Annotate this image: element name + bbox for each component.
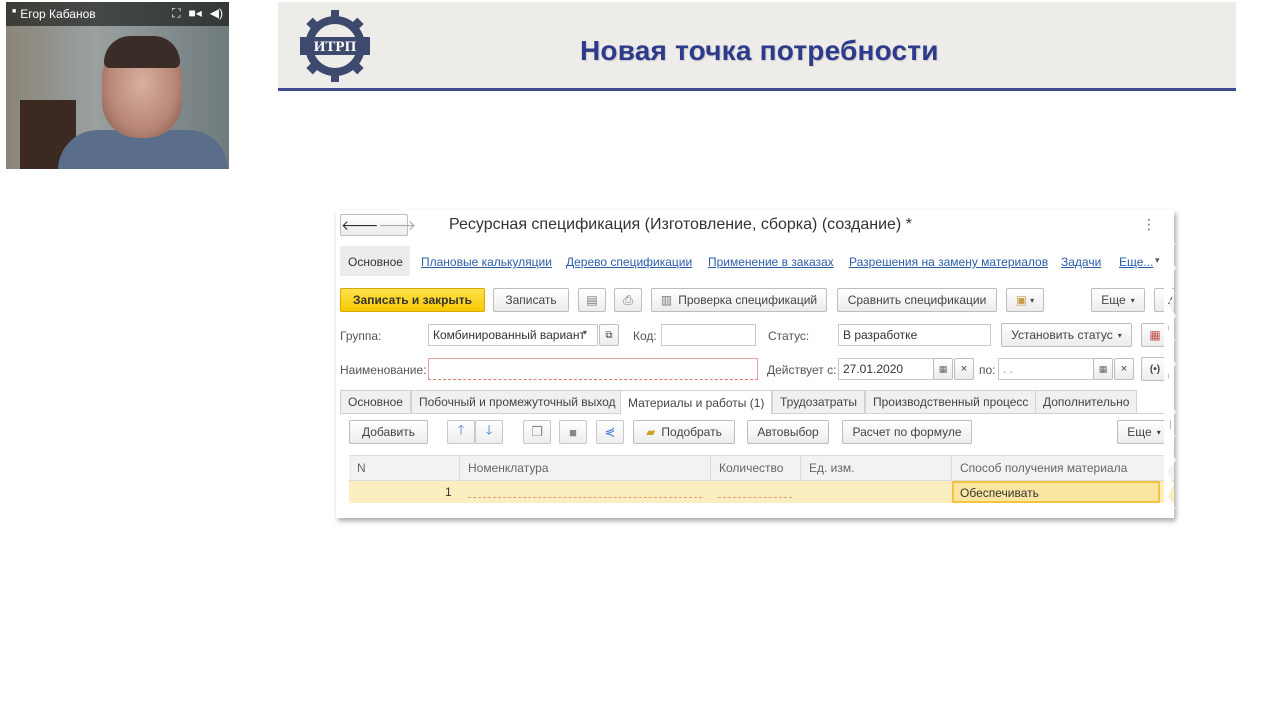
group-field[interactable]: Комбинированный вариант: [428, 324, 598, 346]
col-method[interactable]: Способ получения материала: [951, 455, 1174, 481]
share-icon[interactable]: ⋞: [596, 420, 624, 444]
clear-icon[interactable]: ×: [954, 358, 974, 380]
set-status-button[interactable]: Установить статус ▾: [1001, 323, 1132, 347]
row-number: 1: [445, 485, 452, 499]
auto-pick-button[interactable]: Автовыбор: [747, 420, 829, 444]
tab-materials[interactable]: Материалы и работы (1): [620, 390, 773, 414]
resource-spec-form: 🡐 🡒 Ресурсная спецификация (Изготовление…: [336, 210, 1174, 518]
tab-production-process[interactable]: Производственный процесс: [865, 390, 1037, 413]
document-icon: ▣: [1015, 293, 1028, 307]
torn-edge-right: [1164, 210, 1176, 518]
code-label: Код:: [633, 329, 657, 343]
tab-main[interactable]: Основное: [340, 390, 411, 413]
slide-title: Новая точка потребности: [580, 35, 939, 66]
pin-icon: ■: [12, 7, 17, 15]
chevron-down-icon: ▾: [1117, 330, 1122, 340]
group-label: Группа:: [340, 329, 382, 343]
name-label: Наименование:: [340, 363, 427, 377]
torn-edge-bottom: [336, 508, 1174, 518]
more-button[interactable]: Еще ▾: [1091, 288, 1145, 312]
attach-dropdown-button[interactable]: ▣ ▾: [1006, 288, 1044, 312]
status-field: В разработке: [838, 324, 991, 346]
history-nav: 🡐 🡒: [340, 214, 416, 236]
status-label: Статус:: [768, 329, 810, 343]
chevron-down-icon: ▾: [1030, 295, 1035, 305]
row-nomenclature-cell[interactable]: [468, 497, 702, 498]
camera-icon[interactable]: ■◂: [188, 6, 201, 21]
webcam-controls: ⛶ ■◂ ◀): [172, 6, 223, 21]
copy-icon[interactable]: ❐: [523, 420, 551, 444]
clear-icon[interactable]: ×: [1114, 358, 1134, 380]
valid-to-field[interactable]: . .: [998, 358, 1094, 380]
group-value: Комбинированный вариант: [433, 328, 585, 342]
folder-icon: ▰: [646, 425, 656, 439]
section-main[interactable]: Основное: [348, 255, 403, 269]
save-button[interactable]: Записать: [493, 288, 569, 312]
speaker-icon[interactable]: ◀): [210, 6, 223, 21]
webcam-person-hair: [104, 36, 180, 68]
valid-from-field[interactable]: 27.01.2020: [838, 358, 934, 380]
open-icon[interactable]: ⧉: [599, 324, 619, 346]
tab-byproduct[interactable]: Побочный и промежуточный выход: [411, 390, 624, 413]
row-method-cell[interactable]: Обеспечивать: [952, 481, 1160, 503]
slide-header-divider: [278, 88, 1236, 91]
compare-spec-button[interactable]: Сравнить спецификации: [837, 288, 997, 312]
set-status-label: Установить статус: [1011, 328, 1113, 342]
table-more-button[interactable]: Еще ▾: [1117, 420, 1171, 444]
valid-from-label: Действует с:: [767, 363, 837, 377]
calendar-icon[interactable]: ▦: [1093, 358, 1113, 380]
arrow-up-icon[interactable]: 🡑: [447, 420, 475, 444]
col-n[interactable]: N: [349, 455, 459, 481]
participant-name: Егор Кабанов: [20, 7, 96, 21]
form-title: Ресурсная спецификация (Изготовление, сб…: [449, 216, 912, 233]
more-label: Еще: [1101, 293, 1126, 307]
chevron-down-icon: ▾: [1155, 255, 1160, 265]
arrow-left-icon[interactable]: 🡐: [341, 217, 379, 234]
check-spec-button[interactable]: ▥ Проверка спецификаций: [651, 288, 827, 312]
calc-formula-button[interactable]: Расчет по формуле: [842, 420, 972, 444]
print-icon[interactable]: ⎙: [614, 288, 642, 312]
code-field[interactable]: [661, 324, 756, 346]
chevron-down-icon[interactable]: ▾: [583, 328, 587, 337]
pick-label: Подобрать: [661, 425, 722, 439]
link-tasks[interactable]: Задачи: [1061, 255, 1101, 269]
link-spec-tree[interactable]: Дерево спецификации: [566, 255, 692, 269]
tab-labor[interactable]: Трудозатраты: [772, 390, 865, 413]
pick-button[interactable]: ▰ Подобрать: [633, 420, 735, 444]
fullscreen-icon[interactable]: ⛶: [172, 6, 180, 21]
logo-text: ИТРП: [314, 39, 357, 55]
col-unit[interactable]: Ед. изм.: [800, 455, 951, 481]
arrow-down-icon[interactable]: 🡓: [475, 420, 503, 444]
col-nomenclature[interactable]: Номенклатура: [459, 455, 710, 481]
link-planned-calculations[interactable]: Плановые калькуляции: [421, 255, 552, 269]
chevron-down-icon: ▾: [1130, 295, 1135, 305]
arrow-right-icon[interactable]: 🡒: [379, 217, 417, 234]
itrp-logo: ИТРП: [300, 10, 370, 82]
save-close-button[interactable]: Записать и закрыть: [340, 288, 485, 312]
name-field[interactable]: [428, 358, 758, 380]
chevron-down-icon: ▾: [1156, 427, 1161, 437]
table-more-label: Еще: [1127, 425, 1152, 439]
paste-icon[interactable]: ■: [559, 420, 587, 444]
link-usage-in-orders[interactable]: Применение в заказах: [708, 255, 834, 269]
col-quantity[interactable]: Количество: [710, 455, 798, 481]
row-quantity-cell[interactable]: [718, 497, 792, 498]
check-spec-label: Проверка спецификаций: [678, 293, 818, 307]
table-icon: ▥: [660, 293, 673, 307]
more-vertical-icon[interactable]: ⋮: [1142, 216, 1156, 233]
add-button[interactable]: Добавить: [349, 420, 428, 444]
list-icon[interactable]: ▤: [578, 288, 606, 312]
calendar-icon[interactable]: ▦: [933, 358, 953, 380]
valid-to-label: по:: [979, 363, 996, 377]
tab-additional[interactable]: Дополнительно: [1035, 390, 1138, 413]
webcam-panel: ■ Егор Кабанов ⛶ ■◂ ◀): [6, 2, 229, 169]
link-more[interactable]: Еще...: [1119, 255, 1153, 269]
link-material-replacement[interactable]: Разрешения на замену материалов: [849, 255, 1048, 269]
